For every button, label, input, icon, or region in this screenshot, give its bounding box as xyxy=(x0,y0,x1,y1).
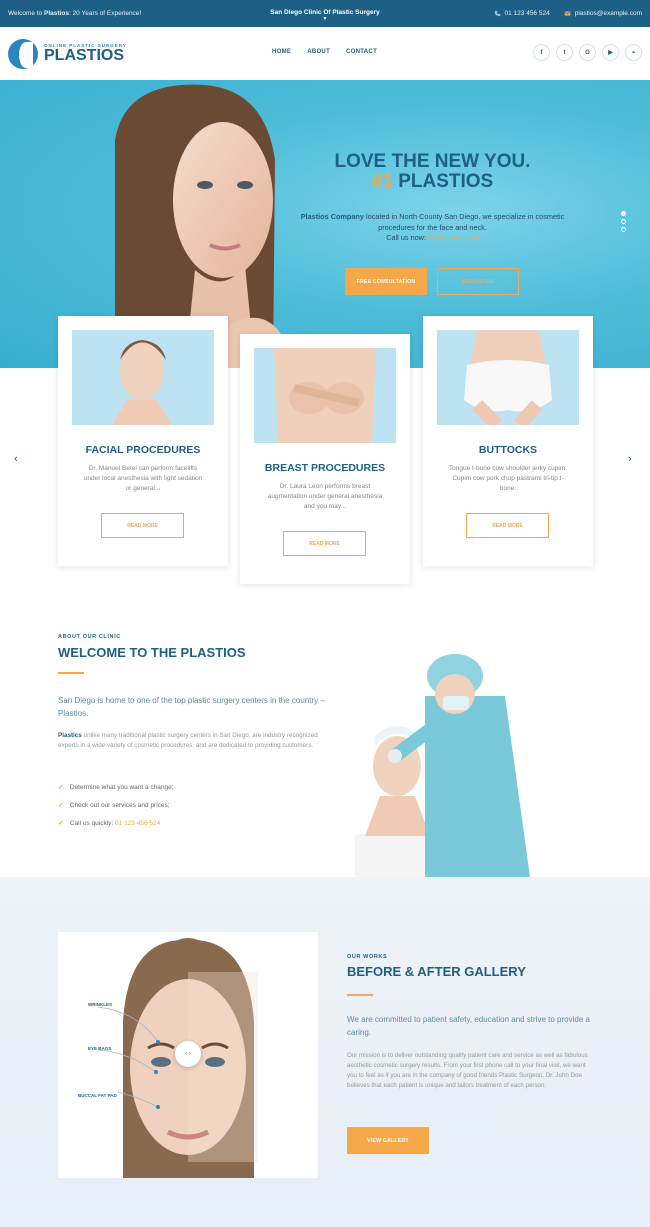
prev-arrow-icon[interactable]: ‹ xyxy=(14,453,18,465)
check-icon: ✓ xyxy=(58,802,64,809)
slider-dots xyxy=(621,211,626,232)
hero-call-label: Call us now: xyxy=(386,233,429,242)
top-phone[interactable]: 01 123 456 524 xyxy=(494,10,550,17)
top-phone-text: 01 123 456 524 xyxy=(504,10,550,17)
main-nav: HOME ABOUT CONTACT xyxy=(272,49,377,55)
clinic-name: San Diego Clinic Of Plastic Surgery xyxy=(270,9,380,16)
envelope-icon xyxy=(564,11,571,16)
list-item: ✓ Call us quickly: 01 123 456 524 xyxy=(58,814,174,832)
hero-description: Plastios Company located in North County… xyxy=(300,212,565,244)
breast-photo xyxy=(254,348,396,443)
check-call-phone[interactable]: 01 123 456 524 xyxy=(115,820,160,827)
check-icon: ✓ xyxy=(58,784,64,791)
hero-title-line1: LOVE THE NEW YOU. xyxy=(334,151,531,172)
hero-desc-text: located in North County San Diego, we sp… xyxy=(363,212,565,232)
hero-read-more-button[interactable]: READ MORE xyxy=(437,268,519,295)
top-email[interactable]: plastios@example.com xyxy=(564,10,642,17)
check-icon: ✓ xyxy=(58,820,64,827)
section-label: OUR WORKS xyxy=(347,954,388,960)
top-bar: Welcome to Plastios: 20 Years of Experie… xyxy=(0,0,650,27)
rss-icon[interactable]: ⌁ xyxy=(625,44,642,61)
free-consultation-button[interactable]: FREE CONSULTATION xyxy=(345,268,427,295)
social-links: f t G ▶ ⌁ xyxy=(533,44,642,61)
nav-contact[interactable]: CONTACT xyxy=(346,49,377,55)
welcome-body: Plastics unlike many traditional plastic… xyxy=(58,731,328,751)
nav-about[interactable]: ABOUT xyxy=(307,49,330,55)
read-more-button[interactable]: READ MORE xyxy=(101,513,184,538)
welcome-lead: San Diego is home to one of the top plas… xyxy=(58,696,325,718)
slider-dot-1[interactable] xyxy=(621,211,626,216)
slider-handle-icon[interactable]: ‹ › xyxy=(175,1041,201,1067)
caret-down-icon: ▼ xyxy=(322,16,328,22)
read-more-button[interactable]: READ MORE xyxy=(466,513,549,538)
twitter-icon[interactable]: t xyxy=(556,44,573,61)
card-text: Dr. Manuel Betel can perform facelifts u… xyxy=(83,465,203,492)
site-header: ONLINE PLASTIC SURGERY PLASTIOS HOME ABO… xyxy=(0,27,650,80)
card-text: Tongue t-bone cow shoulder jerky cupim. … xyxy=(448,465,568,492)
phone-icon xyxy=(494,10,500,17)
welcome-brand: Plastics xyxy=(58,732,82,739)
view-gallery-button[interactable]: VIEW GALLERY xyxy=(347,1127,429,1154)
doctor-patient-image xyxy=(355,654,530,877)
section-label: ABOUT OUR CLINIC xyxy=(58,634,121,640)
accent-divider xyxy=(58,672,84,674)
card-buttocks: BUTTOCKS Tongue t-bone cow shoulder jerk… xyxy=(423,316,593,566)
hero-call-phone[interactable]: 01 123 456 524 xyxy=(428,233,479,242)
gallery-lead: We are committed to patient safety, educ… xyxy=(347,1015,590,1037)
welcome-suffix: : 20 Years of Experience! xyxy=(68,10,142,17)
logo-mark-icon xyxy=(8,38,38,69)
label-wrinkles: WRINKLES xyxy=(88,1002,112,1007)
label-eye-bags: EYE BAGS xyxy=(88,1046,112,1051)
hero-title-number: #1 xyxy=(371,171,393,192)
youtube-icon[interactable]: ▶ xyxy=(602,44,619,61)
read-more-button[interactable]: READ MORE xyxy=(283,531,366,556)
nav-home[interactable]: HOME xyxy=(272,49,291,55)
card-title: FACIAL PROCEDURES xyxy=(85,444,201,456)
card-title: BREAST PROCEDURES xyxy=(264,462,386,474)
welcome-message: Welcome to Plastios: 20 Years of Experie… xyxy=(8,10,141,17)
welcome-prefix: Welcome to xyxy=(8,10,45,17)
gallery-body: Our mission is to deliver outstanding qu… xyxy=(347,1052,588,1089)
list-item: ✓ Check out our services and prices; xyxy=(58,796,174,814)
list-item: ✓ Determine what you want a change; xyxy=(58,778,174,796)
facial-photo xyxy=(72,330,214,425)
buttocks-photo xyxy=(437,330,579,425)
accent-divider xyxy=(347,994,373,996)
welcome-body-text: unlike many traditional plastic surgery … xyxy=(58,732,318,749)
facebook-icon[interactable]: f xyxy=(533,44,550,61)
logo-name: PLASTIOS xyxy=(44,47,125,64)
top-email-text: plastios@example.com xyxy=(574,10,642,17)
hero-title: LOVE THE NEW YOU. #1 PLASTIOS xyxy=(300,152,565,192)
slider-dot-2[interactable] xyxy=(621,219,626,224)
card-breast: BREAST PROCEDURES Dr. Laura Leon perform… xyxy=(240,334,410,584)
hero-title-line2: PLASTIOS xyxy=(392,171,494,192)
next-arrow-icon[interactable]: › xyxy=(628,453,632,465)
welcome-brand: Plastios xyxy=(44,10,69,17)
gallery-title: BEFORE & AFTER GALLERY xyxy=(347,964,526,979)
hero-company: Plastios Company xyxy=(300,212,364,221)
card-title: BUTTOCKS xyxy=(478,444,538,456)
check-call-label: Call us quickly: xyxy=(69,819,116,827)
check-text: Check out our services and prices; xyxy=(69,801,170,809)
check-text: Determine what you want a change; xyxy=(69,783,174,791)
card-facial: FACIAL PROCEDURES Dr. Manuel Betel can p… xyxy=(58,316,228,566)
slider-dot-3[interactable] xyxy=(621,227,626,232)
google-icon[interactable]: G xyxy=(579,44,596,61)
welcome-title: WELCOME TO THE PLASTIOS xyxy=(58,645,246,660)
card-text: Dr. Laura Leon performs breast augmentat… xyxy=(267,483,383,510)
logo[interactable]: ONLINE PLASTIC SURGERY PLASTIOS xyxy=(8,38,127,69)
label-buccal-fat-pad: BUCCAL FAT PAD xyxy=(78,1093,117,1098)
check-list: ✓ Determine what you want a change; ✓ Chec… xyxy=(58,778,174,832)
